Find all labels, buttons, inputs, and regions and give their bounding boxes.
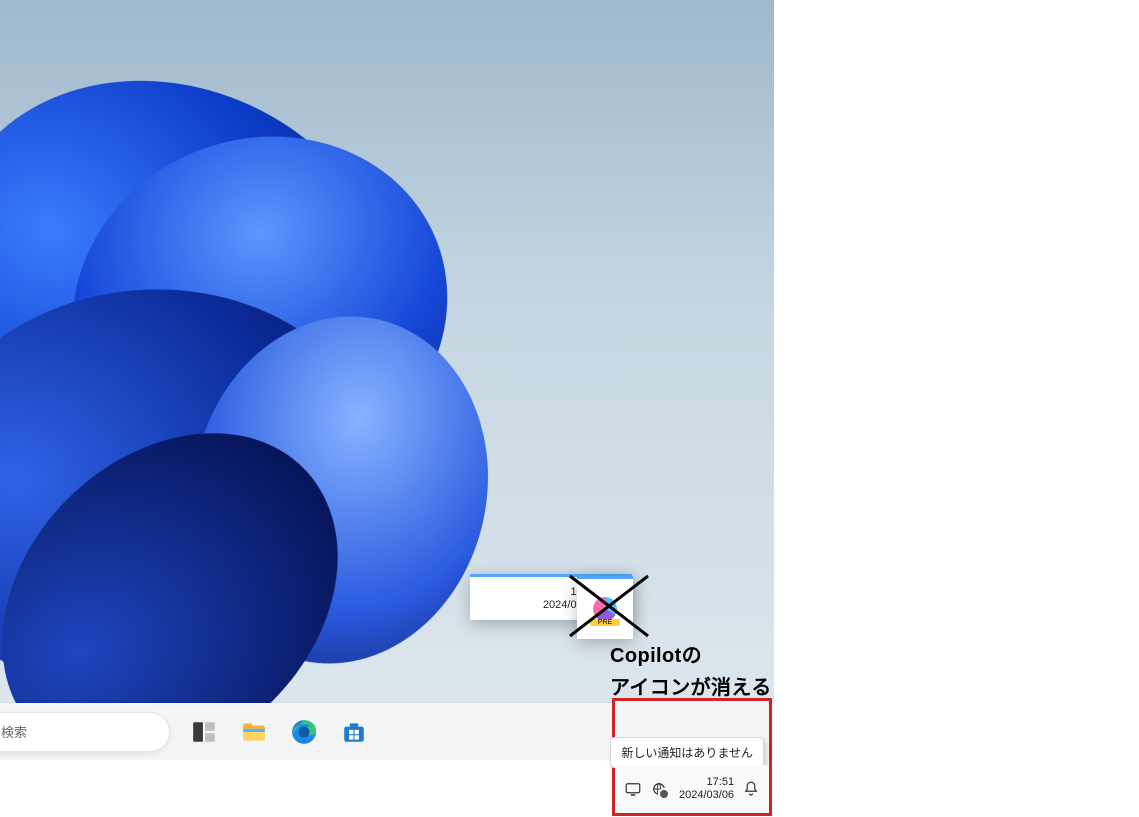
microsoft-store-icon[interactable] [334, 712, 374, 752]
display-icon[interactable] [623, 779, 643, 799]
clock-time-after: 17:51 [679, 776, 734, 789]
annotation-line1: Copilotの [610, 640, 772, 672]
copilot-taskbar-button[interactable]: PRE [577, 576, 633, 639]
windows-bloom-graphic [0, 30, 600, 750]
annotation-text: Copilotの アイコンが消える [610, 640, 772, 704]
no-notifications-tooltip: 新しい通知はありません [610, 737, 764, 768]
taskbar-search[interactable]: 検索 [0, 712, 170, 752]
datetime-block-after[interactable]: 17:51 2024/03/06 [679, 776, 734, 802]
search-placeholder: 検索 [1, 722, 27, 741]
tray-inset-after: 新しい通知はありません 17:51 2024/03/06 [612, 698, 772, 816]
file-explorer-icon[interactable] [234, 712, 274, 752]
copilot-icon: PRE [588, 592, 622, 626]
network-disconnected-icon[interactable] [649, 779, 669, 799]
edge-icon[interactable] [284, 712, 324, 752]
tray-bar-after: 17:51 2024/03/06 [615, 765, 769, 813]
copilot-preview-badge: PRE [590, 619, 620, 626]
clock-date-after: 2024/03/06 [679, 789, 734, 802]
task-view-icon[interactable] [184, 712, 224, 752]
notifications-icon-after[interactable] [742, 780, 760, 798]
taskbar-pinned-apps [184, 712, 374, 752]
